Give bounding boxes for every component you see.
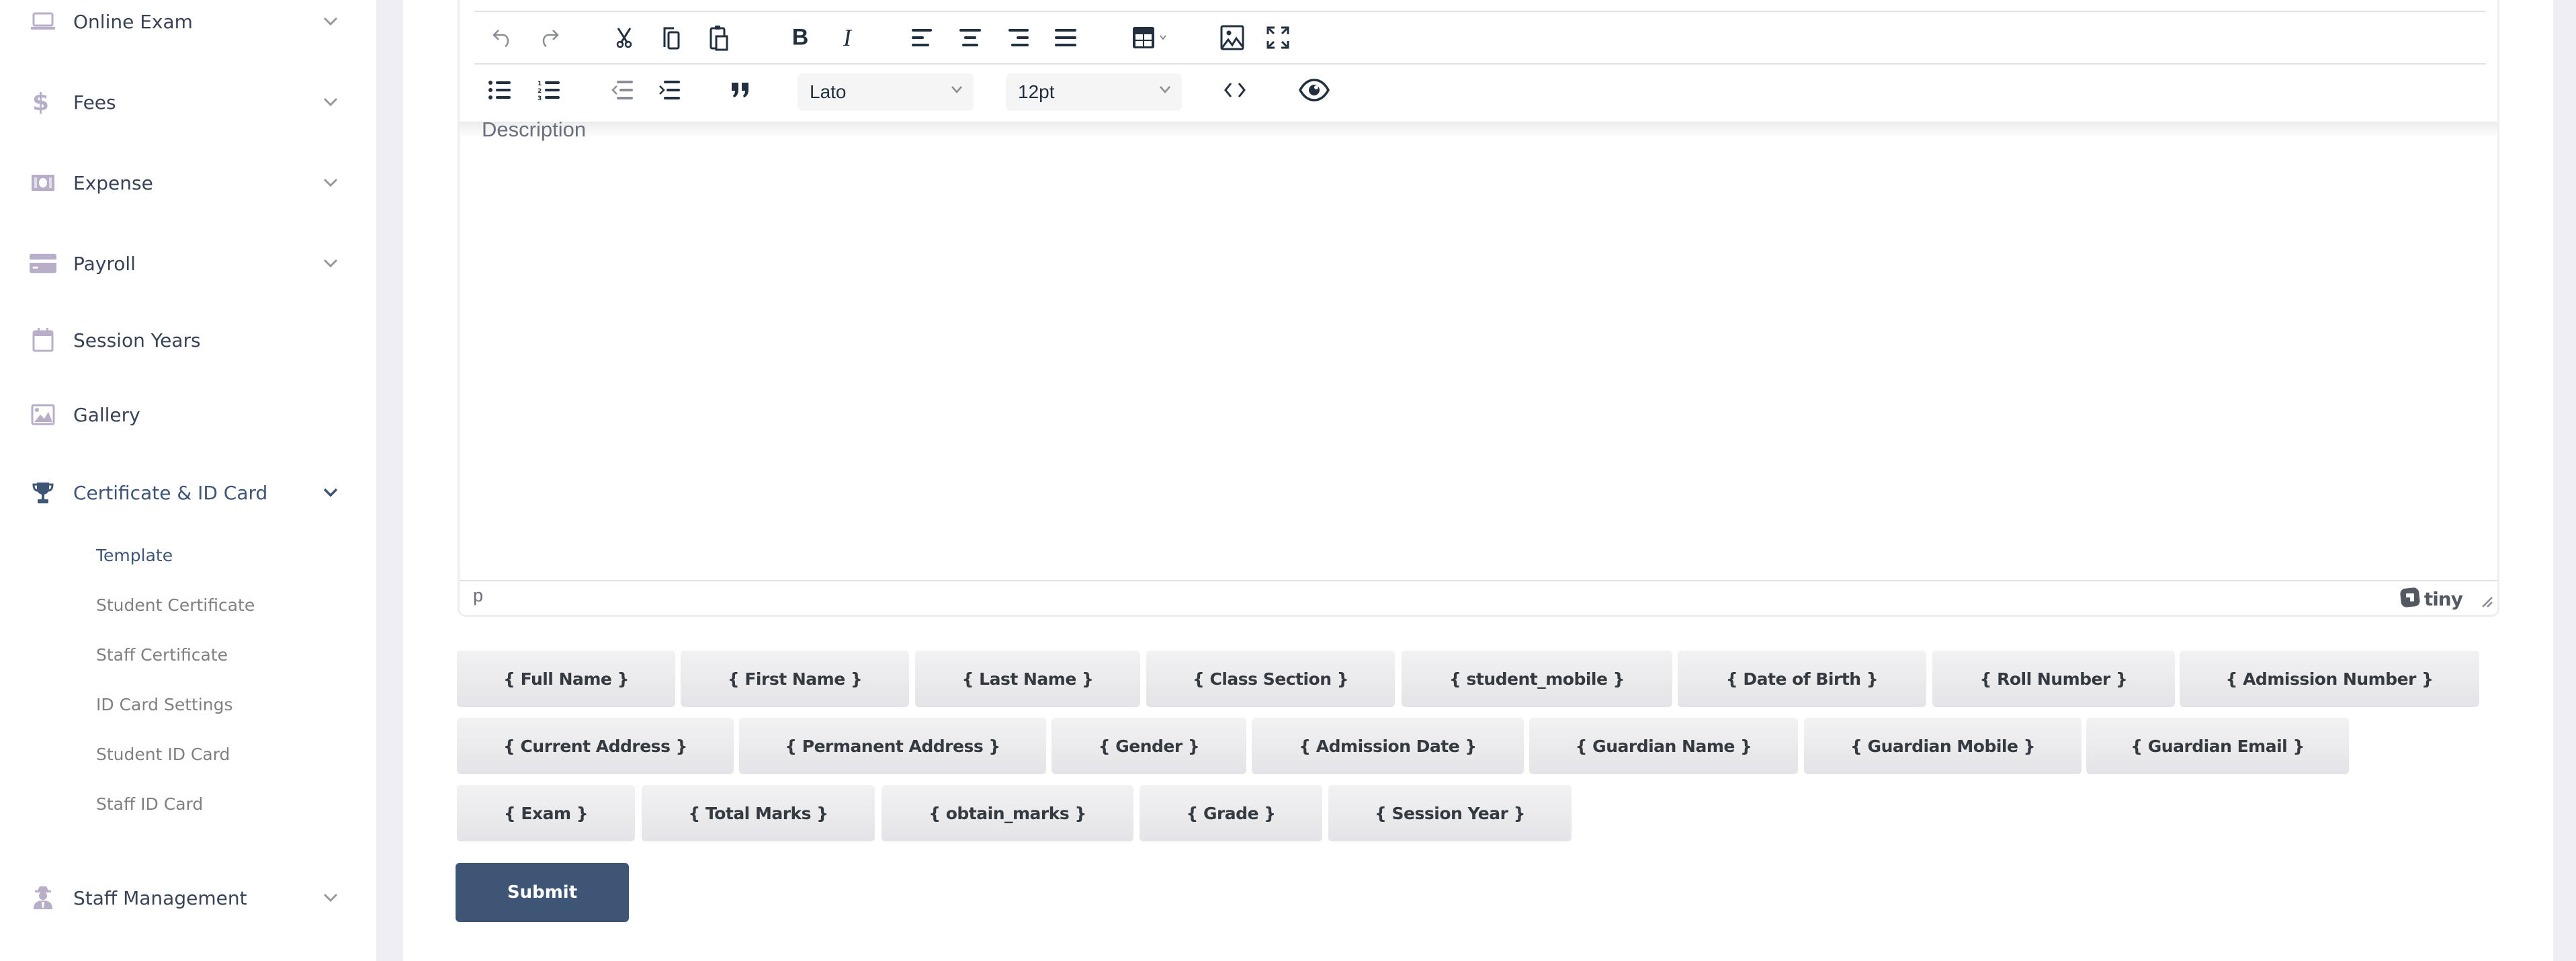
sidebar-item-session-years[interactable]: Session Years	[0, 313, 376, 367]
font-family-select[interactable]: Lato	[798, 73, 974, 111]
svg-text:1: 1	[538, 81, 542, 87]
toolbar-shadow	[460, 122, 2497, 138]
sidebar-subitem-student-certificate[interactable]: Student Certificate	[96, 595, 255, 615]
editor-statusbar: p tiny	[460, 580, 2497, 615]
placeholder-button[interactable]: { Grade }	[1140, 785, 1322, 841]
align-left-icon[interactable]	[912, 28, 933, 48]
svg-text:3: 3	[538, 95, 542, 101]
laptop-icon	[30, 8, 56, 35]
bold-icon[interactable]: B	[792, 25, 809, 51]
sidebar-item-expense[interactable]: Expense	[0, 156, 376, 210]
user-secret-icon	[30, 884, 56, 911]
sidebar-item-fees[interactable]: $ Fees	[0, 75, 376, 129]
sidebar-item-staff-management[interactable]: Staff Management	[0, 871, 376, 925]
sidebar-subitem-id-card-settings[interactable]: ID Card Settings	[96, 695, 233, 714]
font-size-select[interactable]: 12pt	[1006, 73, 1182, 111]
placeholder-button[interactable]: { Guardian Email }	[2086, 718, 2349, 774]
placeholder-button[interactable]: { Admission Number }	[2180, 651, 2479, 707]
sidebar-item-certificate-id-card[interactable]: Certificate & ID Card	[0, 466, 376, 519]
chevron-down-icon	[1159, 84, 1171, 97]
align-justify-icon[interactable]	[1055, 28, 1076, 48]
blockquote-icon[interactable]	[731, 82, 750, 98]
insert-image-icon[interactable]	[1220, 25, 1244, 50]
editor-toolbar-row-1: B I	[474, 11, 2486, 63]
sidebar-item-online-exam[interactable]: Online Exam	[0, 0, 376, 48]
placeholder-button[interactable]: { Exam }	[457, 785, 635, 841]
chevron-down-icon[interactable]	[323, 255, 339, 271]
placeholder-button[interactable]: { Permanent Address }	[739, 718, 1046, 774]
chevron-down-icon[interactable]	[323, 485, 339, 501]
chevron-down-icon[interactable]	[323, 13, 339, 30]
sidebar-item-payroll[interactable]: Payroll	[0, 237, 376, 290]
editor-content-placeholder[interactable]: Description	[482, 118, 586, 142]
placeholder-button[interactable]: { student_mobile }	[1402, 651, 1672, 707]
placeholder-button[interactable]: { Guardian Mobile }	[1804, 718, 2081, 774]
paste-icon[interactable]	[710, 24, 728, 51]
source-code-icon[interactable]	[1223, 81, 1246, 99]
dollar-icon: $	[32, 88, 50, 116]
sidebar-subitem-template[interactable]: Template	[96, 546, 173, 565]
chevron-down-icon[interactable]	[323, 175, 339, 191]
submit-button[interactable]: Submit	[456, 863, 629, 922]
fullscreen-icon[interactable]	[1266, 26, 1289, 49]
money-bill-icon	[30, 169, 56, 196]
sidebar-subitem-student-id-card[interactable]: Student ID Card	[96, 745, 230, 764]
table-icon[interactable]	[1132, 26, 1168, 49]
numbered-list-icon[interactable]: 123	[538, 79, 560, 101]
editor-toolbar-row-2: 123 Lato 12pt	[474, 63, 2486, 116]
italic-icon[interactable]: I	[843, 24, 851, 52]
trophy-icon	[30, 479, 56, 506]
placeholder-button[interactable]: { Last Name }	[915, 651, 1140, 707]
placeholder-button[interactable]: { Date of Birth }	[1678, 651, 1926, 707]
cut-icon[interactable]	[616, 27, 632, 48]
sidebar: Online Exam $ Fees Expense Payroll Sessi…	[0, 0, 376, 961]
placeholder-button[interactable]: { Class Section }	[1146, 651, 1395, 707]
resize-handle-icon[interactable]	[2480, 595, 2493, 611]
placeholder-button[interactable]: { First Name }	[681, 651, 909, 707]
svg-text:2: 2	[538, 88, 542, 95]
placeholder-button[interactable]: { Guardian Name }	[1529, 718, 1798, 774]
placeholder-button[interactable]: { Total Marks }	[642, 785, 875, 841]
placeholder-button[interactable]: { Current Address }	[457, 718, 734, 774]
tiny-branding[interactable]: tiny	[2400, 587, 2463, 610]
outdent-icon[interactable]	[611, 79, 633, 101]
placeholder-button[interactable]: { Roll Number }	[1932, 651, 2175, 707]
chevron-down-icon[interactable]	[323, 94, 339, 110]
element-path[interactable]: p	[473, 585, 483, 606]
placeholder-button[interactable]: { Gender }	[1051, 718, 1246, 774]
redo-icon[interactable]	[541, 28, 560, 48]
chevron-down-icon	[951, 84, 963, 97]
copy-icon[interactable]	[662, 26, 680, 50]
align-center-icon[interactable]	[959, 28, 981, 48]
indent-icon[interactable]	[658, 79, 680, 101]
tiny-logo-icon	[2400, 587, 2420, 610]
chevron-down-icon[interactable]	[323, 890, 339, 906]
placeholder-button[interactable]: { Admission Date }	[1252, 718, 1524, 774]
calendar-icon	[30, 327, 56, 353]
bullet-list-icon[interactable]	[488, 80, 511, 100]
undo-icon[interactable]	[492, 28, 511, 48]
image-icon	[30, 401, 56, 428]
placeholder-button[interactable]: { Full Name }	[457, 651, 675, 707]
sidebar-item-gallery[interactable]: Gallery	[0, 388, 376, 442]
placeholder-button[interactable]: { Session Year }	[1328, 785, 1572, 841]
sidebar-subitem-staff-id-card[interactable]: Staff ID Card	[96, 794, 203, 814]
align-right-icon[interactable]	[1007, 28, 1029, 48]
placeholder-button[interactable]: { obtain_marks }	[882, 785, 1133, 841]
preview-icon[interactable]	[1299, 79, 1330, 101]
sidebar-subitem-staff-certificate[interactable]: Staff Certificate	[96, 645, 228, 665]
rich-text-editor: B I 123 Lato 12pt Description p tiny	[458, 0, 2499, 617]
credit-card-icon	[30, 250, 56, 277]
